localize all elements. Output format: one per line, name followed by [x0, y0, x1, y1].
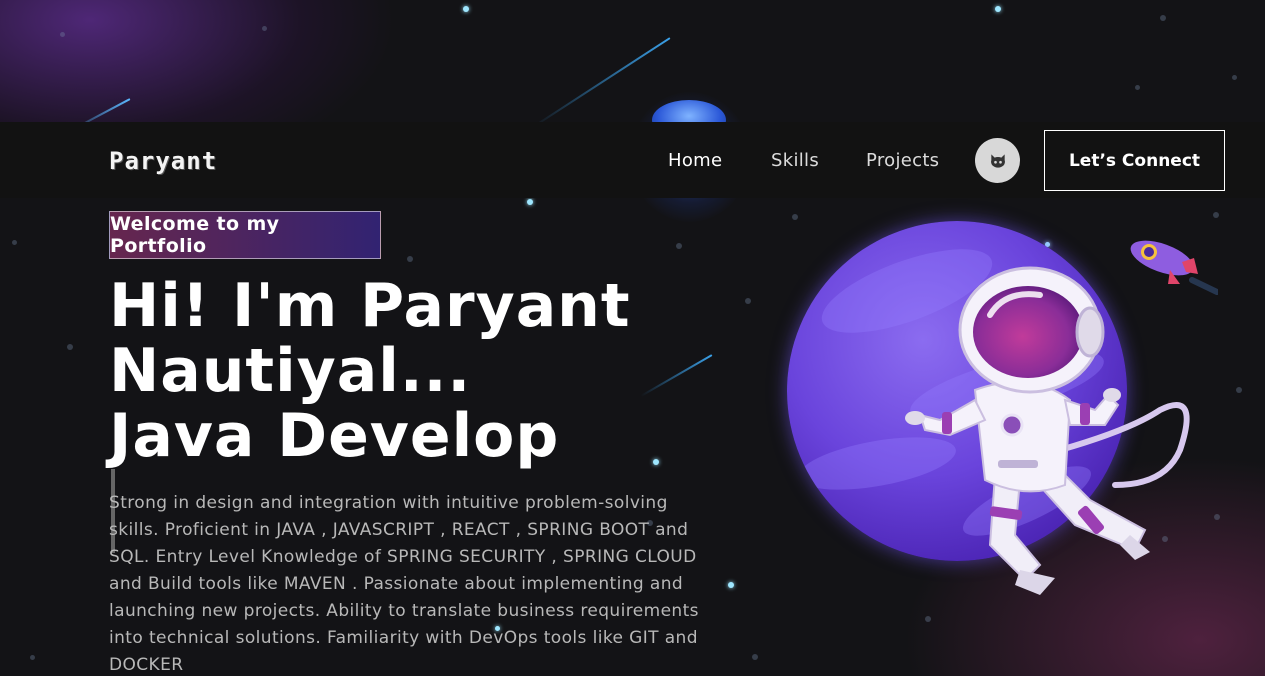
- dust: [1135, 85, 1140, 90]
- dust: [1213, 212, 1219, 218]
- dust: [12, 240, 17, 245]
- nav-link-projects[interactable]: Projects: [866, 150, 939, 171]
- dust: [262, 26, 267, 31]
- star: [527, 199, 533, 205]
- hero-description: Strong in design and integration with in…: [109, 493, 699, 675]
- lets-connect-button[interactable]: Let’s Connect: [1044, 130, 1225, 191]
- dust: [752, 654, 758, 660]
- github-icon: [990, 153, 1005, 168]
- hero-title-line2: Nautiyal...: [109, 336, 472, 406]
- nav-link-home[interactable]: Home: [668, 150, 722, 171]
- dust: [1232, 75, 1237, 80]
- dust: [792, 214, 798, 220]
- astronaut-illustration: [905, 266, 1190, 595]
- rocket-icon: [1130, 240, 1218, 295]
- dust: [407, 256, 413, 262]
- github-link[interactable]: [975, 138, 1020, 183]
- dust: [745, 298, 751, 304]
- shooting-star: [640, 354, 713, 397]
- dust: [676, 243, 682, 249]
- dust: [925, 616, 931, 622]
- dust: [1214, 514, 1220, 520]
- hero-title-line1: Hi! I'm Paryant: [109, 271, 631, 341]
- dust: [60, 32, 65, 37]
- dust: [1236, 387, 1242, 393]
- navbar: Paryant Home Skills Projects Let’s Conne…: [0, 122, 1265, 198]
- dust: [1160, 15, 1166, 21]
- dust: [30, 655, 35, 660]
- star: [463, 6, 469, 12]
- nav-link-skills[interactable]: Skills: [771, 150, 819, 171]
- site-logo[interactable]: Paryant: [109, 147, 217, 175]
- star: [653, 459, 659, 465]
- star: [728, 582, 734, 588]
- dust: [67, 344, 73, 350]
- star: [995, 6, 1001, 12]
- welcome-tagline: Welcome to my Portfolio: [109, 211, 381, 259]
- typing-text: Java Develop: [109, 401, 560, 471]
